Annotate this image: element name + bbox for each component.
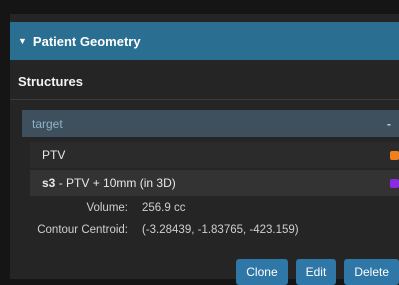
edit-button[interactable]: Edit <box>295 259 337 285</box>
structure-name: PTV <box>42 148 66 162</box>
volume-value: 256.9 cc <box>142 202 186 214</box>
centroid-line: Contour Centroid: (-3.28439, -1.83765, -… <box>10 224 299 240</box>
panel-header[interactable]: ▼ Patient Geometry <box>10 22 399 60</box>
structure-row-ptv[interactable]: PTV <box>30 142 399 168</box>
structure-label: s3 - PTV + 10mm (in 3D) <box>42 176 176 190</box>
group-label: target <box>32 116 63 131</box>
action-buttons: Clone Edit Delete <box>236 259 399 285</box>
centroid-label: Contour Centroid: <box>37 224 128 236</box>
volume-label: Volume: <box>86 202 128 214</box>
clone-button[interactable]: Clone <box>236 259 288 285</box>
collapse-triangle-icon[interactable]: ▼ <box>18 36 27 46</box>
structure-separator: - <box>55 176 67 190</box>
divider <box>10 99 399 100</box>
centroid-value: (-3.28439, -1.83765, -423.159) <box>142 224 299 236</box>
structure-color-swatch[interactable] <box>390 150 399 160</box>
delete-button[interactable]: Delete <box>344 259 399 285</box>
patient-geometry-panel: ▼ Patient Geometry Structures target - P… <box>10 14 399 285</box>
structure-color-swatch[interactable] <box>390 178 399 188</box>
panel-title: Patient Geometry <box>32 33 141 49</box>
structure-group-target[interactable]: target - <box>22 110 399 137</box>
structure-name: PTV + 10mm (in 3D) <box>66 176 176 190</box>
structure-row-s3[interactable]: s3 - PTV + 10mm (in 3D) <box>30 170 399 196</box>
structure-id: s3 <box>42 176 56 190</box>
group-collapse-icon[interactable]: - <box>387 117 391 131</box>
volume-line: Volume: 256.9 cc <box>10 202 185 218</box>
section-title: Structures <box>18 74 84 89</box>
